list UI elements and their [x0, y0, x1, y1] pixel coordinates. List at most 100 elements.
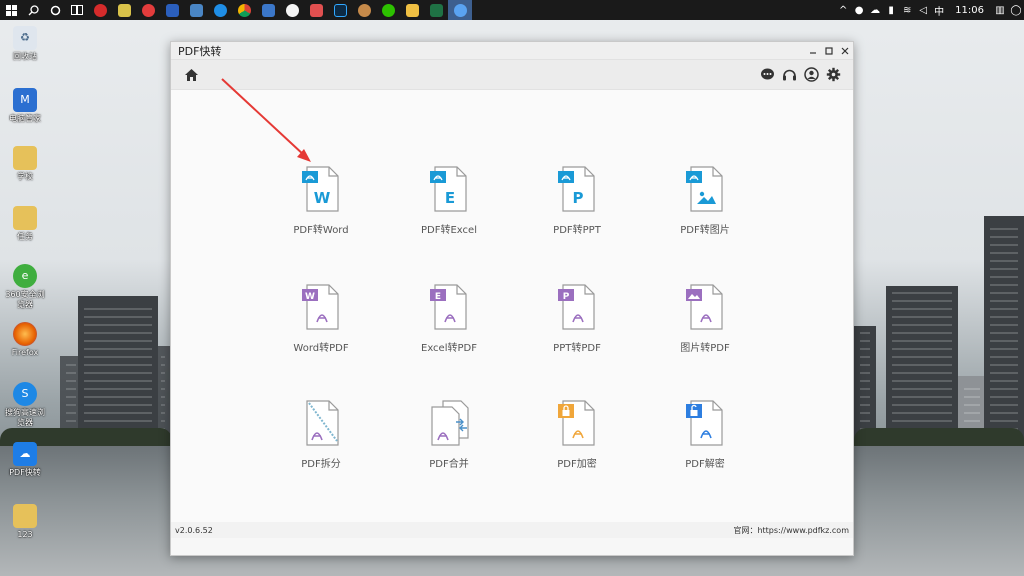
taskbar-app-photoshop[interactable]: [328, 0, 352, 20]
taskbar-app-viewer[interactable]: [304, 0, 328, 20]
keyboard-icon[interactable]: ▥: [992, 5, 1008, 16]
gear-icon: [826, 67, 840, 82]
start-button[interactable]: [0, 0, 22, 20]
feature-ppt-to-pdf[interactable]: P PPT转PDF: [527, 284, 627, 354]
taskbar-app-excel[interactable]: [424, 0, 448, 20]
pdf-to-ppt-icon: P: [558, 166, 595, 212]
desktop-icon-sogou-browser[interactable]: S 搜狗高速浏览器: [4, 382, 46, 428]
app-icon: [429, 3, 443, 17]
app-icon: [117, 3, 131, 17]
feature-image-to-pdf[interactable]: 图片转PDF: [655, 284, 755, 354]
taskbar-app-tool[interactable]: [184, 0, 208, 20]
battery-icon[interactable]: ▮: [883, 5, 899, 16]
support-button[interactable]: [779, 65, 799, 85]
taskbar-app-wechat[interactable]: [376, 0, 400, 20]
desktop-icon-123[interactable]: 123: [4, 504, 46, 540]
feature-label: PDF解密: [685, 459, 725, 470]
taskbar-app-game[interactable]: [112, 0, 136, 20]
notification-icon[interactable]: ◯: [1008, 5, 1024, 16]
folder-icon: [13, 206, 37, 230]
feature-label: 图片转PDF: [680, 343, 730, 354]
account-button[interactable]: [801, 65, 821, 85]
svg-text:E: E: [445, 189, 455, 207]
taskbar-app-folder[interactable]: [400, 0, 424, 20]
svg-text:P: P: [563, 292, 570, 302]
pdf-to-image-icon: [686, 166, 723, 212]
taskbar-app-netease[interactable]: [88, 0, 112, 20]
feature-pdf-to-ppt[interactable]: P PDF转PPT: [527, 166, 627, 236]
close-button[interactable]: [837, 43, 853, 59]
desktop-icon-firefox[interactable]: Firefox: [4, 322, 46, 358]
home-button[interactable]: [181, 65, 201, 85]
ime-indicator[interactable]: 中: [931, 3, 947, 18]
cloud-icon[interactable]: ☁: [867, 5, 883, 16]
folder-icon: [13, 146, 37, 170]
taskbar-app-qq[interactable]: [280, 0, 304, 20]
taskbar-app-explorer[interactable]: [256, 0, 280, 20]
browser-360-icon: e: [13, 264, 37, 288]
search-button[interactable]: [22, 0, 44, 20]
desktop-icon-label: 任务: [17, 232, 33, 241]
chat-bubble-icon: [760, 68, 774, 80]
pdf-encrypt-icon: [558, 400, 595, 446]
settings-button[interactable]: [823, 65, 843, 85]
taskbar-app-weibo[interactable]: [136, 0, 160, 20]
volume-icon[interactable]: ◁: [915, 5, 931, 16]
feature-pdf-encrypt[interactable]: PDF加密: [527, 400, 627, 470]
feature-excel-to-pdf[interactable]: E Excel转PDF: [399, 284, 499, 354]
app-icon: [405, 3, 419, 17]
app-icon: [189, 3, 203, 17]
maximize-icon: [825, 46, 833, 55]
feature-label: PPT转PDF: [553, 343, 601, 354]
close-icon: [841, 47, 849, 54]
feature-pdf-to-excel[interactable]: E PDF转Excel: [399, 166, 499, 236]
desktop-icon-pc-manager[interactable]: M 电脑管家: [4, 88, 46, 124]
desktop-icon-label: 搜狗高速浏览器: [5, 408, 45, 427]
feature-label: PDF转Word: [293, 225, 349, 236]
app-icon: [165, 3, 179, 17]
feature-pdf-merge[interactable]: PDF合并: [399, 400, 499, 470]
window-footer: v2.0.6.52 官网：https://www.pdfkz.com: [171, 522, 853, 538]
desktop-icon-school[interactable]: 学校: [4, 146, 46, 182]
desktop-icon-360-browser[interactable]: e 360安全浏览器: [4, 264, 46, 310]
taskbar-app-chrome[interactable]: [232, 0, 256, 20]
taskbar-app-word[interactable]: [160, 0, 184, 20]
taskbar-app-edge[interactable]: [208, 0, 232, 20]
desktop-icon-pdfkz[interactable]: ☁ PDF快转: [4, 442, 46, 478]
feature-grid: W PDF转Word E PDF转Excel P PDF转PPT PDF转图片 …: [171, 90, 853, 538]
desktop-icon-label: PDF快转: [9, 468, 41, 477]
chat-button[interactable]: [757, 65, 777, 85]
feature-word-to-pdf[interactable]: W Word转PDF: [271, 284, 371, 354]
pdfkz-cloud-icon: ☁: [13, 442, 37, 466]
feature-pdf-to-word[interactable]: W PDF转Word: [271, 166, 371, 236]
desktop-icon-recycle-bin[interactable]: ♻ 回收站: [4, 26, 46, 62]
app-icon: [381, 3, 395, 17]
svg-text:E: E: [435, 292, 441, 302]
network-icon[interactable]: ≋: [899, 5, 915, 16]
feature-pdf-to-image[interactable]: PDF转图片: [655, 166, 755, 236]
pdf-decrypt-icon: [686, 400, 723, 446]
app-icon: [213, 3, 227, 17]
chevron-up-icon[interactable]: ^: [835, 5, 851, 16]
cortana-icon: [50, 5, 60, 15]
feature-pdf-decrypt[interactable]: PDF解密: [655, 400, 755, 470]
app-icon: [333, 3, 347, 17]
taskbar-app-cookie[interactable]: [352, 0, 376, 20]
qq-tray-icon[interactable]: ●: [851, 5, 867, 16]
task-view-button[interactable]: [66, 0, 88, 20]
app-icon: [93, 3, 107, 17]
maximize-button[interactable]: [821, 43, 837, 59]
website-link[interactable]: 官网：https://www.pdfkz.com: [733, 525, 849, 536]
cortana-button[interactable]: [44, 0, 66, 20]
minimize-button[interactable]: [805, 43, 821, 59]
desktop-icon-label: 回收站: [13, 52, 37, 61]
minimize-icon: [810, 51, 816, 54]
app-window: PDF快转 W PDF转Word E PDF转Excel P PDF转PPT P…: [170, 41, 854, 556]
feature-label: PDF拆分: [301, 459, 341, 470]
taskbar-clock[interactable]: 11:06: [947, 5, 992, 16]
feature-pdf-split[interactable]: PDF拆分: [271, 400, 371, 470]
desktop-icon-task[interactable]: 任务: [4, 206, 46, 242]
taskbar-app-pdfkz[interactable]: [448, 0, 472, 20]
window-titlebar[interactable]: PDF快转: [171, 42, 853, 60]
pc-manager-icon: M: [13, 88, 37, 112]
